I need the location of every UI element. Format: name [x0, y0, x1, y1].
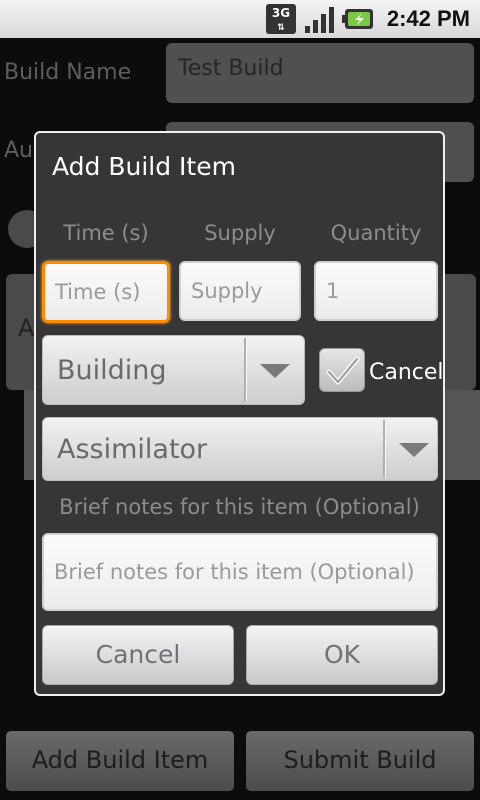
add-build-item-dialog: Add Build Item Time (s) Supply Quantity …: [34, 131, 445, 696]
checkmark-icon: [326, 356, 360, 385]
type-spinner-value: Building: [57, 354, 167, 386]
clock: 2:42 PM: [386, 6, 470, 31]
notes-input[interactable]: Brief notes for this item (Optional): [42, 533, 438, 611]
battery-charging-icon: [342, 9, 373, 29]
build-name-label: Build Name: [4, 60, 132, 85]
spinner-divider: [244, 338, 246, 402]
network-arrows: ⇅: [277, 23, 285, 33]
add-build-item-button[interactable]: Add Build Item: [6, 731, 234, 791]
3g-data-icon: 3G ⇅: [266, 4, 296, 34]
time-column-label: Time (s): [63, 221, 149, 245]
author-label: Au: [4, 138, 33, 163]
signal-strength-icon: [305, 7, 334, 33]
network-label: 3G: [271, 6, 291, 20]
item-spinner[interactable]: Assimilator: [42, 417, 438, 481]
cancel-checkbox-label: Cancel: [369, 360, 444, 385]
cancel-checkbox[interactable]: [319, 348, 365, 392]
notes-label: Brief notes for this item (Optional): [59, 495, 420, 519]
type-spinner[interactable]: Building: [42, 335, 305, 405]
ok-button[interactable]: OK: [246, 625, 438, 685]
dialog-title: Add Build Item: [52, 152, 236, 181]
item-spinner-value: Assimilator: [57, 433, 208, 465]
supply-input[interactable]: Supply: [179, 261, 301, 321]
cancel-button[interactable]: Cancel: [42, 625, 234, 685]
spinner-dropdown-icon: [399, 443, 429, 457]
status-bar: 3G ⇅ 2:42 PM: [0, 0, 480, 38]
submit-build-button[interactable]: Submit Build: [246, 731, 474, 791]
quantity-input[interactable]: 1: [314, 261, 438, 321]
time-input[interactable]: Time (s): [42, 261, 170, 323]
supply-column-label: Supply: [204, 221, 276, 245]
build-name-input[interactable]: Test Build: [166, 43, 474, 103]
quantity-column-label: Quantity: [330, 221, 422, 245]
spinner-dropdown-icon: [260, 364, 290, 378]
spinner-divider: [383, 420, 385, 478]
list-item-label: A: [18, 314, 35, 342]
